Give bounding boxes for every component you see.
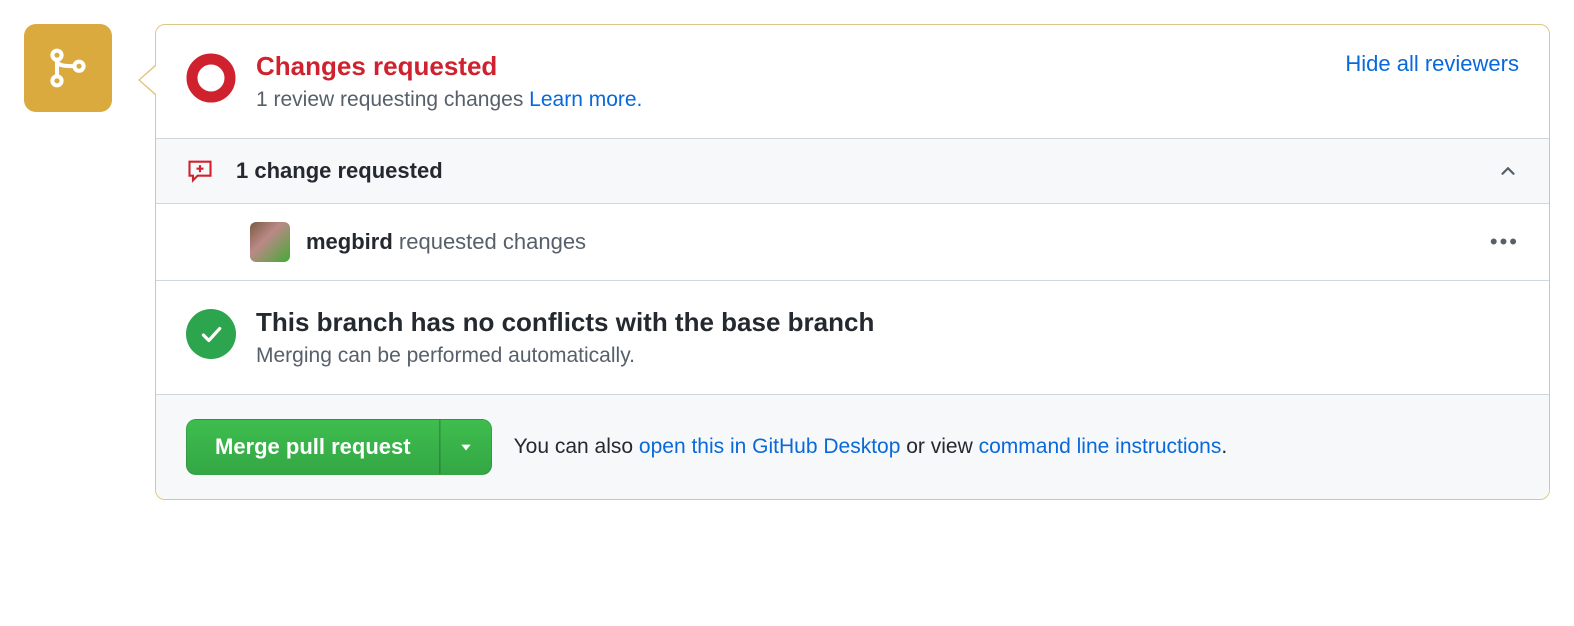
hint-mid: or view xyxy=(900,435,978,458)
git-merge-icon xyxy=(46,46,90,90)
chevron-up-icon xyxy=(1497,160,1519,182)
merge-status-panel-wrapper: Changes requested 1 review requesting ch… xyxy=(24,24,1550,500)
open-desktop-link[interactable]: open this in GitHub Desktop xyxy=(639,435,900,458)
check-circle-icon xyxy=(186,309,236,359)
merge-button-group: Merge pull request xyxy=(186,419,492,475)
reviewer-text: megbird requested changes xyxy=(306,229,586,255)
panel-arrow xyxy=(138,64,156,96)
hint-prefix: You can also xyxy=(514,435,639,458)
merge-action-section: Merge pull request You can also open thi… xyxy=(156,395,1549,499)
hint-suffix: . xyxy=(1221,435,1227,458)
diff-comment-icon xyxy=(186,157,214,185)
status-subtext-text: 1 review requesting changes xyxy=(256,88,529,111)
cli-instructions-link[interactable]: command line instructions xyxy=(979,435,1222,458)
reviewer-username[interactable]: megbird xyxy=(306,229,393,254)
reviewer-action: requested changes xyxy=(393,229,586,254)
status-subtext: 1 review requesting changes Learn more. xyxy=(256,88,1325,112)
status-text-block: Changes requested 1 review requesting ch… xyxy=(256,51,1325,112)
merge-options-dropdown-button[interactable] xyxy=(440,419,492,475)
changes-summary-text: 1 change requested xyxy=(236,158,443,184)
review-status-section: Changes requested 1 review requesting ch… xyxy=(156,25,1549,138)
mergeability-subtext: Merging can be performed automatically. xyxy=(256,344,874,368)
avatar[interactable] xyxy=(250,222,290,262)
mergeability-title: This branch has no conflicts with the ba… xyxy=(256,307,874,338)
kebab-menu-icon[interactable]: ••• xyxy=(1490,229,1519,255)
timeline-merge-badge xyxy=(24,24,112,112)
changes-requested-icon xyxy=(186,53,236,103)
status-title: Changes requested xyxy=(256,51,1325,82)
merge-hint-text: You can also open this in GitHub Desktop… xyxy=(514,435,1228,459)
caret-down-icon xyxy=(459,440,473,454)
merge-panel: Changes requested 1 review requesting ch… xyxy=(155,24,1550,500)
hide-reviewers-link[interactable]: Hide all reviewers xyxy=(1345,51,1519,77)
changes-summary-bar[interactable]: 1 change requested xyxy=(156,138,1549,204)
merge-pull-request-button[interactable]: Merge pull request xyxy=(186,419,440,475)
mergeability-text-block: This branch has no conflicts with the ba… xyxy=(256,307,874,368)
reviewer-row: megbird requested changes ••• xyxy=(156,204,1549,281)
learn-more-link[interactable]: Learn more. xyxy=(529,88,642,111)
mergeability-section: This branch has no conflicts with the ba… xyxy=(156,281,1549,395)
